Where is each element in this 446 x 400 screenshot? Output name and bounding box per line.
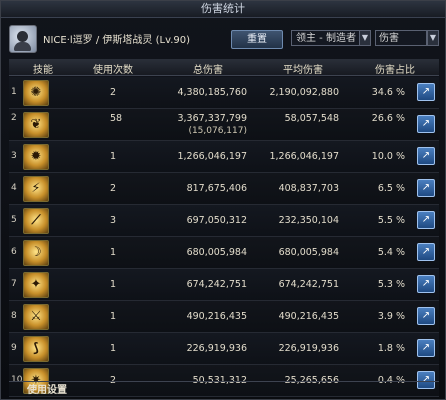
detail-button[interactable]: ↗ [417,339,435,357]
detail-button[interactable]: ↗ [417,307,435,325]
row-total: 674,242,751 [186,279,247,290]
window-title: 伤害统计 [1,1,445,18]
table-row: 7 ✦ 1 674,242,751 674,242,751 5.3 % ↗ [9,269,439,301]
reset-button[interactable]: 重置 [231,30,283,49]
row-rank: 8 [11,311,17,321]
row-pct: 34.6 % [371,87,405,98]
damage-table: 1 ✺ 2 4,380,185,760 2,190,092,880 34.6 %… [9,77,439,397]
col-pct: 伤害占比 [375,65,415,76]
table-row: 9 ⟆ 1 226,919,936 226,919,936 1.8 % ↗ [9,333,439,365]
skill-8-icon: ⚔ [23,304,49,330]
row-total: 226,919,936 [186,343,247,354]
detail-button[interactable]: ↗ [417,83,435,101]
table-row: 5 ⟋ 3 697,050,312 232,350,104 5.5 % ↗ [9,205,439,237]
row-rank: 6 [11,247,17,257]
detail-button[interactable]: ↗ [417,179,435,197]
skill-9-icon: ⟆ [23,336,49,362]
row-total: 697,050,312 [186,215,247,226]
row-uses: 2 [110,87,117,98]
col-total: 总伤害 [193,65,223,76]
row-total: 490,216,435 [186,311,247,322]
row-pct: 3.9 % [377,311,405,322]
chevron-down-icon[interactable]: ▼ [427,30,439,46]
row-rank: 9 [11,343,17,353]
boss-select[interactable]: 领主 - 制造者 [291,30,361,46]
row-avg: 1,266,046,197 [269,151,339,162]
row-rank: 4 [11,183,17,193]
table-header: 技能 使用次数 总伤害 平均伤害 伤害占比 [9,59,439,76]
row-rank: 3 [11,151,17,161]
skill-5-icon: ⟋ [23,208,49,234]
col-skill: 技能 [33,65,53,76]
row-uses: 1 [110,247,117,258]
row-pct: 5.3 % [377,279,405,290]
damage-stats-window: 伤害统计 NICE·l逗罗 / 伊斯塔战灵 (Lv.90) 重置 领主 - 制造… [0,0,446,400]
row-pct: 6.5 % [377,183,405,194]
skill-2-icon: ❦ [23,112,49,138]
detail-button[interactable]: ↗ [417,243,435,261]
row-rank: 2 [11,113,17,123]
table-row: 2 ❦ 58 3,367,337,799 (15,076,117) 58,057… [9,109,439,141]
row-avg: 2,190,092,880 [269,87,339,98]
row-uses: 1 [110,151,117,162]
row-rank: 1 [11,87,17,97]
table-row: 4 ⚡ 2 817,675,406 408,837,703 6.5 % ↗ [9,173,439,205]
row-rank: 7 [11,279,17,289]
skill-3-icon: ✹ [23,144,49,170]
row-uses: 58 [110,113,123,124]
row-total: 817,675,406 [186,183,247,194]
chevron-down-icon[interactable]: ▼ [359,30,371,46]
table-row: 3 ✹ 1 1,266,046,197 1,266,046,197 10.0 %… [9,141,439,173]
detail-button[interactable]: ↗ [417,115,435,133]
detail-button[interactable]: ↗ [417,211,435,229]
header-bar: NICE·l逗罗 / 伊斯塔战灵 (Lv.90) 重置 领主 - 制造者 ▼ 伤… [9,25,439,53]
table-row: 8 ⚔ 1 490,216,435 490,216,435 3.9 % ↗ [9,301,439,333]
row-uses: 2 [110,183,117,194]
row-pct: 26.6 % [371,113,405,124]
row-total: 1,266,046,197 [177,151,247,162]
skill-4-icon: ⚡ [23,176,49,202]
col-avg: 平均伤害 [283,65,323,76]
row-avg: 680,005,984 [278,247,339,258]
skill-1-icon: ✺ [23,80,49,106]
row-pct: 1.8 % [377,343,405,354]
row-pct: 10.0 % [371,151,405,162]
row-total: 680,005,984 [186,247,247,258]
col-uses: 使用次数 [93,65,133,76]
stat-type-select[interactable]: 伤害 [375,30,427,46]
row-pct: 5.5 % [377,215,405,226]
row-total: 3,367,337,799 [177,113,247,124]
skill-7-icon: ✦ [23,272,49,298]
settings-label[interactable]: 使用设置 [9,385,67,396]
detail-button[interactable]: ↗ [417,147,435,165]
skill-6-icon: ☽ [23,240,49,266]
row-uses: 1 [110,311,117,322]
avatar-head-icon [17,31,28,42]
player-name: NICE·l逗罗 / 伊斯塔战灵 (Lv.90) [43,35,191,46]
row-avg: 232,350,104 [278,215,339,226]
row-pct: 5.4 % [377,247,405,258]
row-avg: 58,057,548 [284,113,339,124]
detail-button[interactable]: ↗ [417,275,435,293]
table-row: 6 ☽ 1 680,005,984 680,005,984 5.4 % ↗ [9,237,439,269]
avatar [9,25,37,53]
row-uses: 1 [110,279,117,290]
table-row: 1 ✺ 2 4,380,185,760 2,190,092,880 34.6 %… [9,77,439,109]
row-sub-value: (15,076,117) [188,126,247,136]
footer: 使用设置 [9,381,439,400]
row-avg: 408,837,703 [278,183,339,194]
row-rank: 5 [11,215,17,225]
row-avg: 226,919,936 [278,343,339,354]
row-uses: 3 [110,215,117,226]
row-avg: 490,216,435 [278,311,339,322]
avatar-body-icon [14,42,31,51]
row-avg: 674,242,751 [278,279,339,290]
row-uses: 1 [110,343,117,354]
row-total: 4,380,185,760 [177,87,247,98]
